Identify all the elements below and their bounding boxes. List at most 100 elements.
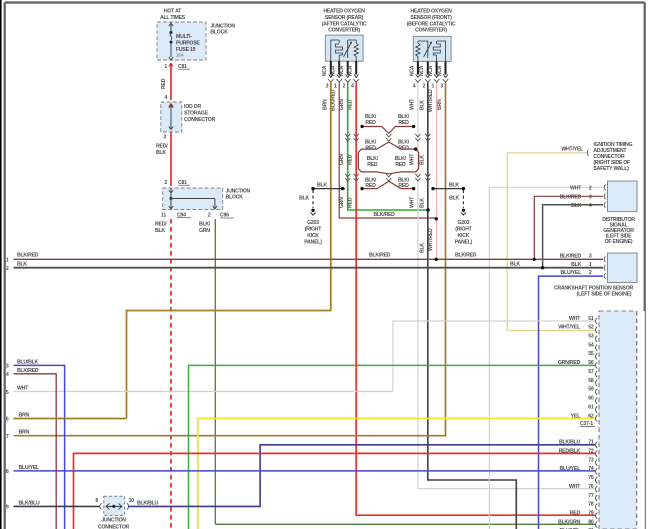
svg-text:NCA: NCA xyxy=(409,65,415,76)
svg-text:RED: RED xyxy=(398,120,409,126)
svg-text:BLK/RED: BLK/RED xyxy=(369,253,391,259)
svg-text:BLK: BLK xyxy=(155,228,165,234)
svg-text:58: 58 xyxy=(588,378,594,384)
svg-text:3: 3 xyxy=(589,195,592,201)
svg-text:GRN: GRN xyxy=(339,99,345,110)
svg-text:11: 11 xyxy=(161,213,166,219)
svg-text:HEATED OXYGEN: HEATED OXYGEN xyxy=(323,9,365,15)
svg-text:C96: C96 xyxy=(220,213,229,219)
svg-text:3: 3 xyxy=(440,84,443,90)
svg-text:75: 75 xyxy=(588,475,594,481)
svg-text:ALL TIMES: ALL TIMES xyxy=(160,15,186,21)
svg-text:G203: G203 xyxy=(458,220,470,226)
svg-text:SENSOR (REAR): SENSOR (REAR) xyxy=(325,15,364,21)
svg-text:BLK: BLK xyxy=(419,198,425,208)
svg-text:61: 61 xyxy=(588,404,594,410)
svg-text:1: 1 xyxy=(334,84,337,90)
svg-text:BLK: BLK xyxy=(419,243,425,253)
svg-text:BLK: BLK xyxy=(449,183,459,189)
svg-text:NCA: NCA xyxy=(419,65,425,76)
svg-text:RED: RED xyxy=(348,197,354,208)
svg-text:WHT/YEL: WHT/YEL xyxy=(558,325,581,331)
svg-text:76: 76 xyxy=(588,484,594,490)
svg-text:WHT: WHT xyxy=(570,186,582,192)
svg-text:BLU/BLK: BLU/BLK xyxy=(17,359,39,365)
svg-text:CONVERTER): CONVERTER) xyxy=(415,28,447,34)
svg-text:RED/: RED/ xyxy=(155,222,167,228)
svg-text:BLK/: BLK/ xyxy=(199,222,211,228)
svg-text:(RIGHT: (RIGHT xyxy=(455,227,472,233)
svg-text:BLU/YEL: BLU/YEL xyxy=(561,270,583,276)
svg-text:3: 3 xyxy=(163,135,166,141)
svg-text:GRN: GRN xyxy=(339,197,345,208)
svg-text:2: 2 xyxy=(589,270,592,276)
svg-text:BLK: BLK xyxy=(571,203,581,209)
svg-text:8: 8 xyxy=(6,469,9,475)
svg-text:HEATED OXYGEN: HEATED OXYGEN xyxy=(410,9,452,15)
svg-text:BLK/RED: BLK/RED xyxy=(17,368,39,374)
svg-text:2: 2 xyxy=(423,84,426,90)
svg-text:BRN: BRN xyxy=(19,412,30,418)
svg-text:RED: RED xyxy=(398,145,409,151)
svg-text:80: 80 xyxy=(588,519,594,525)
svg-text:BLK: BLK xyxy=(299,196,309,202)
svg-text:WHT/YEL: WHT/YEL xyxy=(561,147,584,153)
svg-text:79: 79 xyxy=(588,510,594,516)
svg-text:WHT: WHT xyxy=(409,98,415,110)
svg-text:4: 4 xyxy=(589,203,592,209)
svg-text:RED: RED xyxy=(365,120,376,126)
svg-text:PANEL): PANEL) xyxy=(455,240,473,246)
svg-text:10: 10 xyxy=(129,498,135,504)
svg-text:2: 2 xyxy=(343,84,346,90)
svg-text:55: 55 xyxy=(588,351,594,357)
svg-text:BLK: BLK xyxy=(449,196,459,202)
svg-text:BLK/RED: BLK/RED xyxy=(455,253,477,259)
svg-text:G203: G203 xyxy=(307,220,319,226)
svg-text:BLK: BLK xyxy=(17,262,27,268)
svg-text:BLK: BLK xyxy=(419,155,425,165)
svg-text:RED: RED xyxy=(365,145,376,151)
svg-text:CONNECTOR: CONNECTOR xyxy=(98,524,130,529)
svg-text:4: 4 xyxy=(413,84,416,90)
svg-text:4: 4 xyxy=(351,84,354,90)
svg-text:BLK: BLK xyxy=(510,262,520,268)
svg-text:WHT: WHT xyxy=(409,153,415,165)
svg-text:1: 1 xyxy=(6,258,9,264)
svg-text:BLK/GRN: BLK/GRN xyxy=(558,519,580,525)
svg-text:BLK/RED: BLK/RED xyxy=(560,195,582,201)
svg-text:2: 2 xyxy=(589,186,592,192)
svg-text:CONVERTER): CONVERTER) xyxy=(328,28,360,34)
svg-text:3: 3 xyxy=(6,364,9,370)
svg-text:BLK/RED: BLK/RED xyxy=(373,212,395,218)
svg-text:54: 54 xyxy=(588,342,594,348)
svg-text:WHT: WHT xyxy=(569,484,581,490)
svg-text:CONNECTOR: CONNECTOR xyxy=(184,117,216,123)
svg-text:KICK: KICK xyxy=(307,233,319,239)
svg-text:WHT: WHT xyxy=(409,196,415,208)
svg-text:77: 77 xyxy=(588,493,594,499)
svg-text:NCA: NCA xyxy=(322,65,328,76)
svg-text:BRN: BRN xyxy=(19,430,30,436)
svg-text:6: 6 xyxy=(6,417,9,423)
svg-text:OF ENGINE): OF ENGINE) xyxy=(605,239,633,245)
svg-text:57: 57 xyxy=(588,369,594,375)
svg-text:RED: RED xyxy=(365,183,376,189)
svg-text:59: 59 xyxy=(588,387,594,393)
svg-text:BLOCK: BLOCK xyxy=(210,30,228,36)
svg-text:BRN: BRN xyxy=(322,99,328,110)
svg-text:HOT AT: HOT AT xyxy=(164,9,182,15)
svg-text:RED: RED xyxy=(348,99,354,110)
svg-text:BLK/BLU: BLK/BLU xyxy=(19,500,41,506)
svg-text:NCA: NCA xyxy=(339,65,345,76)
svg-text:78: 78 xyxy=(588,502,594,508)
svg-text:PURPOSE: PURPOSE xyxy=(176,41,200,47)
svg-text:2: 2 xyxy=(6,266,9,272)
svg-text:3: 3 xyxy=(589,253,592,259)
svg-text:73: 73 xyxy=(588,457,594,463)
svg-text:5: 5 xyxy=(6,390,9,396)
svg-text:2: 2 xyxy=(208,213,211,219)
svg-text:WHT/RED: WHT/RED xyxy=(428,89,434,112)
svg-text:9: 9 xyxy=(6,505,9,511)
svg-text:1: 1 xyxy=(431,84,434,90)
svg-text:BLK/BLU: BLK/BLU xyxy=(137,500,159,506)
